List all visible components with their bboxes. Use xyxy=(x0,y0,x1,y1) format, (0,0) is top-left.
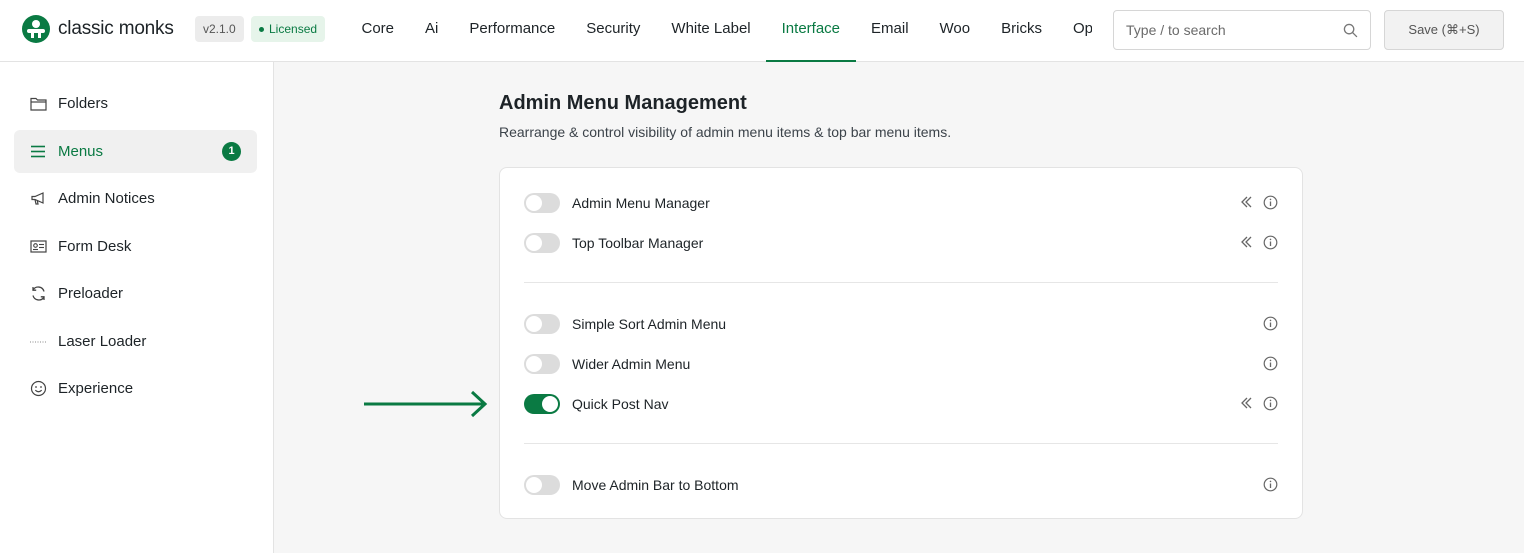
settings-card: Admin Menu Manager Top Toolbar Manager S… xyxy=(499,167,1303,519)
monk-logo-icon xyxy=(22,15,50,43)
tab-woo[interactable]: Woo xyxy=(924,0,986,62)
sidebar-item-form-desk[interactable]: Form Desk xyxy=(14,225,257,268)
setting-row: Top Toolbar Manager xyxy=(524,232,1280,254)
search-input[interactable] xyxy=(1126,22,1343,38)
main-nav: Core Ai Performance Security White Label… xyxy=(346,0,1092,62)
sidebar: Folders Menus 1 Admin Notices Form Desk … xyxy=(0,62,274,553)
setting-row: Admin Menu Manager xyxy=(524,192,1280,214)
toggle-switch[interactable] xyxy=(524,233,560,253)
license-badge: Licensed xyxy=(251,16,326,42)
save-button[interactable]: Save (⌘+S) xyxy=(1384,10,1504,50)
tab-ai[interactable]: Ai xyxy=(410,0,454,62)
setting-row: Quick Post Nav xyxy=(524,393,1280,415)
info-icon[interactable] xyxy=(1263,235,1278,250)
sidebar-item-label: Experience xyxy=(58,380,134,397)
tab-bricks[interactable]: Bricks xyxy=(986,0,1058,62)
section-divider xyxy=(524,443,1278,444)
collapse-icon[interactable] xyxy=(1240,396,1254,410)
license-label: Licensed xyxy=(269,22,318,36)
setting-label: Wider Admin Menu xyxy=(572,356,691,372)
top-bar: classic monks v2.1.0 Licensed Core Ai Pe… xyxy=(0,0,1524,62)
sidebar-item-menus[interactable]: Menus 1 xyxy=(14,130,257,173)
setting-label: Move Admin Bar to Bottom xyxy=(572,477,739,493)
info-icon[interactable] xyxy=(1263,316,1278,331)
refresh-icon xyxy=(29,285,47,303)
sidebar-item-folders[interactable]: Folders xyxy=(14,82,257,125)
sidebar-item-preloader[interactable]: Preloader xyxy=(14,272,257,315)
sidebar-item-laser-loader[interactable]: Laser Loader xyxy=(14,320,257,363)
search-icon[interactable] xyxy=(1343,23,1358,38)
version-badge: v2.1.0 xyxy=(195,16,244,42)
brand-name: classic monks xyxy=(58,18,174,39)
sidebar-item-label: Folders xyxy=(58,95,109,112)
toggle-switch[interactable] xyxy=(524,394,560,414)
id-card-icon xyxy=(29,238,47,256)
setting-label: Admin Menu Manager xyxy=(572,195,710,211)
toggle-switch[interactable] xyxy=(524,314,560,334)
tab-security[interactable]: Security xyxy=(571,0,656,62)
setting-label: Simple Sort Admin Menu xyxy=(572,316,727,332)
setting-row: Wider Admin Menu xyxy=(524,353,1280,375)
search-box xyxy=(1113,10,1371,50)
pointer-arrow-icon xyxy=(364,390,488,418)
sidebar-item-experience[interactable]: Experience xyxy=(14,367,257,410)
info-icon[interactable] xyxy=(1263,396,1278,411)
smiley-icon xyxy=(29,380,47,398)
setting-label: Top Toolbar Manager xyxy=(572,235,704,251)
tab-performance[interactable]: Performance xyxy=(454,0,571,62)
sidebar-item-admin-notices[interactable]: Admin Notices xyxy=(14,177,257,220)
folder-icon xyxy=(29,95,47,113)
count-badge: 1 xyxy=(222,142,241,161)
info-icon[interactable] xyxy=(1263,356,1278,371)
sidebar-item-label: Form Desk xyxy=(58,238,132,255)
setting-row: Move Admin Bar to Bottom xyxy=(524,474,1280,496)
collapse-icon[interactable] xyxy=(1240,235,1254,249)
tab-email[interactable]: Email xyxy=(856,0,925,62)
setting-row: Simple Sort Admin Menu xyxy=(524,313,1280,335)
tab-opt[interactable]: Opt xyxy=(1057,0,1092,62)
tab-core[interactable]: Core xyxy=(346,0,410,62)
toggle-switch[interactable] xyxy=(524,193,560,213)
section-divider xyxy=(524,282,1278,283)
sidebar-item-label: Admin Notices xyxy=(58,190,155,207)
sidebar-item-label: Laser Loader xyxy=(58,333,147,350)
brand-logo[interactable]: classic monks xyxy=(22,15,174,43)
status-dot-icon xyxy=(259,26,264,32)
setting-label: Quick Post Nav xyxy=(572,396,669,412)
tab-interface[interactable]: Interface xyxy=(766,0,856,62)
megaphone-icon xyxy=(29,190,47,208)
dotted-line-icon xyxy=(29,333,47,351)
collapse-icon[interactable] xyxy=(1240,195,1254,209)
sidebar-item-label: Menus xyxy=(58,143,104,160)
info-icon[interactable] xyxy=(1263,477,1278,492)
sidebar-item-label: Preloader xyxy=(58,285,124,302)
info-icon[interactable] xyxy=(1263,195,1278,210)
tab-white-label[interactable]: White Label xyxy=(656,0,766,62)
toggle-switch[interactable] xyxy=(524,475,560,495)
page-title: Admin Menu Management xyxy=(499,92,747,114)
toggle-switch[interactable] xyxy=(524,354,560,374)
page-subtitle: Rearrange & control visibility of admin … xyxy=(499,124,952,140)
hamburger-menu-icon xyxy=(29,143,47,161)
